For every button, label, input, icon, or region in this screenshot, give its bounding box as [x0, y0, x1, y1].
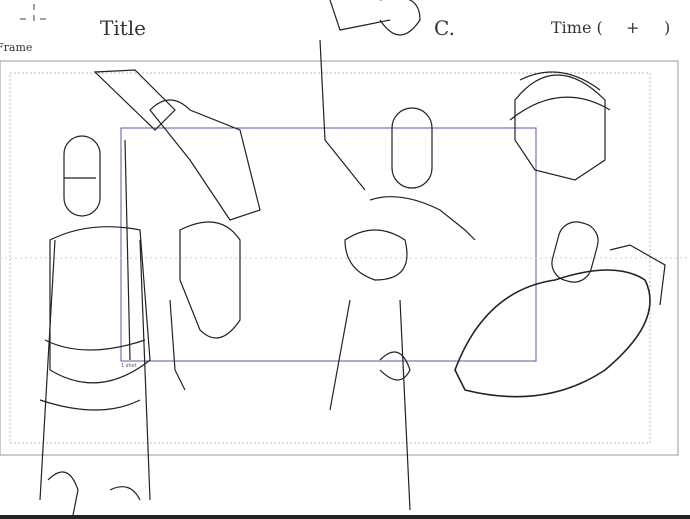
time-label: Time (: [551, 18, 603, 37]
storyboard-canvas[interactable]: [0, 0, 690, 519]
time-close: ): [664, 18, 671, 37]
safe-area-frame: [120, 127, 537, 362]
bottom-bar: [0, 515, 690, 519]
registration-mark-icon: [20, 4, 46, 21]
safe-area-label: 1 shot: [121, 363, 137, 369]
frame-label: Frame: [0, 41, 33, 54]
cut-number-label: C.: [434, 16, 455, 40]
title-label: Title: [100, 16, 147, 40]
time-plus: +: [626, 18, 640, 37]
